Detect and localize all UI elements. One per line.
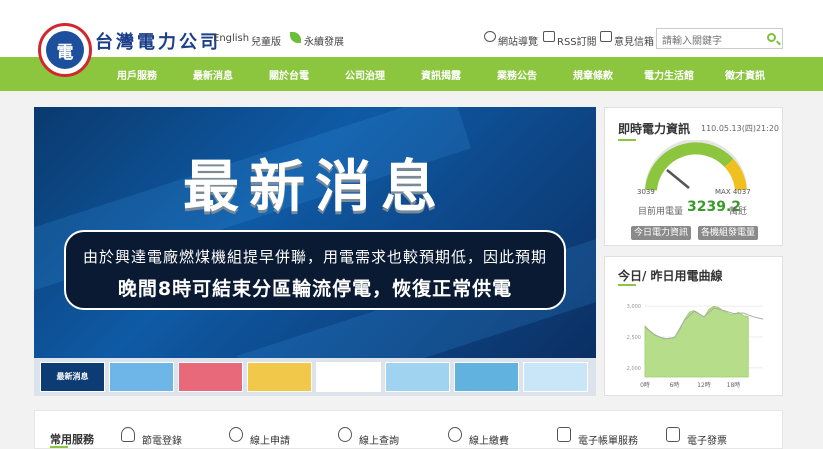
service-online-payment[interactable]: 線上繳費 xyxy=(469,432,509,447)
service-power-saving[interactable]: 節電登錄 xyxy=(142,432,182,447)
nav-power-life[interactable]: 電力生活館 xyxy=(644,67,694,82)
realtime-power-title: 即時電力資訊 xyxy=(618,122,691,136)
gauge-max: MAX 4037 xyxy=(715,188,751,196)
thumb-caption: 最新消息 xyxy=(56,372,89,381)
power-curve-card: 今日/ 昨日用電曲線 3,000 2,500 2,000 0時 6時 12時 18時 xyxy=(604,256,783,396)
x-tick-label: 0時 xyxy=(640,381,650,389)
banner-thumb[interactable] xyxy=(385,362,450,392)
today-power-info-button[interactable]: 今日電力資訊 xyxy=(631,226,692,240)
nav-news[interactable]: 最新消息 xyxy=(193,67,233,82)
service-online-query[interactable]: 線上查詢 xyxy=(359,432,399,447)
y-tick-label: 2,000 xyxy=(627,366,641,372)
usage-unit: 萬瓩 xyxy=(729,207,748,217)
banner-message-line-2: 晚間8時可結束分區輪流停電，恢復正常供電 xyxy=(117,278,513,300)
main-nav: 用戶服務 最新消息 關於台電 公司治理 資訊揭露 業務公告 規章條款 電力生活館… xyxy=(0,57,823,91)
title-underline xyxy=(618,139,636,141)
banner-thumb[interactable] xyxy=(454,362,519,392)
feedback-link[interactable]: 意見信箱 xyxy=(614,33,654,48)
power-timestamp: 110.05.13(四)21:20 xyxy=(701,124,780,133)
banner-thumb[interactable] xyxy=(109,362,174,392)
sitemap-icon xyxy=(484,31,496,42)
x-tick-label: 18時 xyxy=(727,381,741,389)
title-underline xyxy=(50,446,68,448)
banner-thumb[interactable] xyxy=(316,362,381,392)
banner-title: 最新消息 xyxy=(183,155,447,220)
banner-thumbnails: 最新消息 xyxy=(34,358,596,396)
search-icon[interactable] xyxy=(767,33,776,42)
today-curve-area xyxy=(644,305,749,378)
banner-thumb[interactable]: 最新消息 xyxy=(40,362,105,392)
nav-careers[interactable]: 徵才資訊 xyxy=(725,67,765,82)
mail-icon xyxy=(600,31,612,42)
nav-disclosure[interactable]: 資訊揭露 xyxy=(421,67,461,82)
usage-label: 目前用電量 xyxy=(638,207,684,217)
common-services: 常用服務 節電登錄 線上申請 線上查詢 線上繳費 電子帳單服務 電子發票 xyxy=(34,410,783,449)
nav-about[interactable]: 關於台電 xyxy=(269,67,309,82)
search-input[interactable] xyxy=(657,32,762,51)
banner-thumb[interactable] xyxy=(178,362,243,392)
realtime-power-card: 即時電力資訊 110.05.13(四)21:20 3039 MAX 4037 目… xyxy=(604,107,783,246)
banner-message-line-1: 由於興達電廠燃煤機組提早併聯，用電需求也較預期低，因此預期 xyxy=(82,248,547,266)
banner-thumb[interactable] xyxy=(247,362,312,392)
service-ebill[interactable]: 電子帳單服務 xyxy=(578,432,638,447)
sitemap-link[interactable]: 網站導覽 xyxy=(498,33,538,48)
nav-governance[interactable]: 公司治理 xyxy=(345,67,385,82)
taipower-logo[interactable]: 電 xyxy=(38,23,92,77)
gauge-fill xyxy=(645,142,734,191)
y-tick-label: 2,500 xyxy=(627,335,641,341)
gauge-warning-zone xyxy=(724,158,747,191)
einvoice-icon xyxy=(666,427,680,442)
banner-message-box: 由於興達電廠燃煤機組提早併聯，用電需求也較預期低，因此預期 晚間8時可結束分區輪… xyxy=(64,230,566,310)
nav-announcements[interactable]: 業務公告 xyxy=(497,67,537,82)
ebill-icon xyxy=(557,427,571,442)
user-icon xyxy=(229,427,243,442)
gauge-min: 3039 xyxy=(637,188,655,196)
gauge-needle xyxy=(666,169,690,189)
nav-regulations[interactable]: 規章條款 xyxy=(573,67,613,82)
x-tick-label: 6時 xyxy=(670,381,680,389)
banner-thumb[interactable] xyxy=(523,362,588,392)
news-banner[interactable]: 最新消息 由於興達電廠燃煤機組提早併聯，用電需求也較預期低，因此預期 晚間8時可… xyxy=(34,107,596,358)
service-einvoice[interactable]: 電子發票 xyxy=(687,432,727,447)
header: 電 台灣電力公司 English 兒童版 永續發展 網站導覽 RSS訂閱 意見信… xyxy=(0,0,823,77)
kids-version-link[interactable]: 兒童版 xyxy=(251,33,281,48)
leaf-icon xyxy=(290,32,301,43)
brand-name[interactable]: 台灣電力公司 xyxy=(95,28,221,54)
rss-icon xyxy=(543,31,555,42)
service-online-apply[interactable]: 線上申請 xyxy=(250,432,290,447)
sustainability-link[interactable]: 永續發展 xyxy=(304,33,344,48)
lightbulb-icon xyxy=(121,427,135,442)
unit-generation-button[interactable]: 各機組發電量 xyxy=(698,226,759,240)
search-box xyxy=(656,28,783,51)
magnifier-icon xyxy=(338,427,352,442)
nav-customer-service[interactable]: 用戶服務 xyxy=(117,67,157,82)
power-curve-chart: 3,000 2,500 2,000 0時 6時 12時 18時 xyxy=(627,304,764,389)
rss-link[interactable]: RSS訂閱 xyxy=(557,33,597,48)
x-tick-label: 12時 xyxy=(697,381,711,389)
y-tick-label: 3,000 xyxy=(627,304,641,310)
services-title: 常用服務 xyxy=(50,433,94,446)
logo-emblem-icon: 電 xyxy=(46,31,84,69)
dollar-icon xyxy=(448,427,462,442)
english-link[interactable]: English xyxy=(213,33,249,44)
